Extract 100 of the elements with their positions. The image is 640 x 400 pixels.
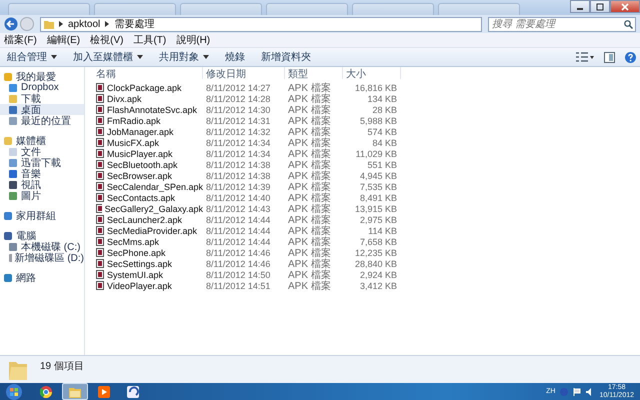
table-cell-text: 8/11/2012 14:46 bbox=[205, 258, 272, 268]
column-header[interactable]: 修改日期 bbox=[203, 67, 285, 79]
breadcrumb[interactable]: apktool bbox=[68, 18, 100, 30]
file-name-cell[interactable]: MusicPlayer.apk bbox=[93, 148, 203, 158]
start-button[interactable] bbox=[4, 384, 24, 400]
table-cell-text: APK 檔案 bbox=[287, 224, 332, 236]
caret-icon bbox=[51, 55, 57, 59]
file-name-cell[interactable]: SecSettings.apk bbox=[93, 258, 203, 268]
menu-item[interactable]: 說明(H) bbox=[176, 33, 210, 47]
table-cell-text: 114 KB bbox=[367, 226, 398, 236]
toolbar-button[interactable]: 組合管理 bbox=[4, 50, 60, 64]
maximize-button[interactable] bbox=[590, 0, 610, 13]
table-cell-text: 8/11/2012 14:40 bbox=[205, 192, 272, 202]
table-cell-text: APK 檔案 bbox=[287, 180, 332, 192]
table-cell-text: 8/11/2012 14:46 bbox=[205, 248, 272, 258]
sidebar-item[interactable]: 文件 bbox=[0, 146, 84, 157]
file-name-cell[interactable]: VideoPlayer.apk bbox=[93, 280, 203, 290]
sidebar-item[interactable]: 圖片 bbox=[0, 190, 84, 201]
table-cell-text: 2,975 KB bbox=[358, 214, 398, 224]
toolbar-button[interactable]: 燒錄 bbox=[222, 50, 248, 64]
sidebar-item[interactable]: 本機磁碟 (C:) bbox=[0, 241, 84, 252]
table-cell-text: 8/11/2012 14:28 bbox=[205, 94, 272, 104]
table-cell-text: 7,535 KB bbox=[358, 182, 398, 192]
table-cell-text: 8/11/2012 14:38 bbox=[205, 160, 272, 170]
table-cell-text: 16,816 KB bbox=[354, 82, 398, 92]
caret-icon bbox=[137, 55, 143, 59]
app-icon bbox=[127, 386, 139, 398]
file-name-cell[interactable]: JobManager.apk bbox=[93, 126, 203, 136]
file-name-cell[interactable]: SecPhone.apk bbox=[93, 248, 203, 258]
toolbar-button[interactable]: 新增資料夾 bbox=[258, 50, 314, 64]
file-name-cell[interactable]: SecContacts.apk bbox=[93, 192, 203, 202]
sidebar-item[interactable]: 網路 bbox=[0, 272, 84, 283]
toolbar-button[interactable]: 共用對象 bbox=[156, 50, 212, 64]
table-cell-text: 8/11/2012 14:43 bbox=[205, 204, 272, 214]
sidebar-item[interactable]: 家用群組 bbox=[0, 210, 84, 221]
sidebar-item[interactable]: 我的最愛 bbox=[0, 71, 84, 82]
column-header[interactable]: 名稱 bbox=[93, 67, 203, 79]
close-button[interactable] bbox=[610, 0, 640, 13]
table-cell-text: 8/11/2012 14:51 bbox=[205, 280, 272, 290]
table-cell-text: APK 檔案 bbox=[287, 104, 332, 116]
menu-item[interactable]: 檢視(V) bbox=[90, 33, 124, 47]
sidebar-item[interactable]: 新增磁碟區 (D:) bbox=[0, 252, 84, 263]
table-cell-text: 8/11/2012 14:34 bbox=[205, 148, 272, 158]
file-name-cell[interactable]: SecCalendar_SPen.apk bbox=[93, 182, 203, 192]
file-name-cell[interactable]: Divx.apk bbox=[93, 94, 203, 104]
file-name-cell[interactable]: ClockPackage.apk bbox=[93, 82, 203, 92]
maximize-icon bbox=[595, 2, 605, 10]
table-cell-text: APK 檔案 bbox=[287, 148, 332, 160]
file-name-cell[interactable]: SecBrowser.apk bbox=[93, 170, 203, 180]
column-header[interactable]: 大小 bbox=[343, 67, 401, 79]
table-cell-text: 8/11/2012 14:44 bbox=[205, 236, 272, 246]
table-cell-text: 8/11/2012 14:34 bbox=[205, 138, 272, 148]
flag-icon[interactable] bbox=[573, 388, 582, 396]
address-bar[interactable]: apktool 需要處理 bbox=[40, 16, 482, 32]
sidebar-item[interactable]: 桌面 bbox=[0, 104, 84, 115]
menu-item[interactable]: 工具(T) bbox=[133, 33, 166, 47]
sidebar-item[interactable]: 電腦 bbox=[0, 230, 84, 241]
sidebar-item[interactable]: 下載 bbox=[0, 93, 84, 104]
table-cell-text: APK 檔案 bbox=[287, 92, 332, 104]
table-cell-text: 12,235 KB bbox=[354, 248, 398, 258]
view-options-icon[interactable] bbox=[576, 52, 594, 62]
search-field[interactable]: 搜尋 需要處理 bbox=[488, 16, 636, 32]
toolbar-button[interactable]: 加入至媒體櫃 bbox=[70, 50, 146, 64]
table-cell-text: APK 檔案 bbox=[287, 280, 332, 292]
back-button[interactable] bbox=[4, 17, 18, 31]
file-name-cell[interactable]: SystemUI.apk bbox=[93, 270, 203, 280]
search-icon bbox=[624, 20, 633, 28]
file-name-cell[interactable]: SecGallery2_Galaxy.apk bbox=[93, 204, 203, 214]
table-cell-text: 8/11/2012 14:39 bbox=[205, 182, 272, 192]
sidebar-item[interactable]: 迅雷下載 bbox=[0, 157, 84, 168]
table-cell-text: 11,029 KB bbox=[354, 148, 398, 158]
file-name-cell[interactable]: SecLauncher2.apk bbox=[93, 214, 203, 224]
table-cell-text: APK 檔案 bbox=[287, 268, 332, 280]
sidebar-item[interactable]: 最近的位置 bbox=[0, 115, 84, 126]
menu-item[interactable]: 檔案(F) bbox=[4, 33, 37, 47]
table-cell-text: 8,491 KB bbox=[358, 192, 398, 202]
table-cell-text: 3,412 KB bbox=[358, 280, 398, 290]
table-cell-text: 551 KB bbox=[366, 160, 398, 170]
sidebar-item[interactable]: 音樂 bbox=[0, 168, 84, 179]
table-cell-text: 84 KB bbox=[371, 138, 398, 148]
menu-item[interactable]: 編輯(E) bbox=[46, 33, 80, 47]
file-name-cell[interactable]: SecMms.apk bbox=[93, 236, 203, 246]
file-name-cell[interactable]: SecMediaProvider.apk bbox=[93, 226, 203, 236]
file-name-cell[interactable]: MusicFX.apk bbox=[93, 138, 203, 148]
breadcrumb[interactable]: 需要處理 bbox=[114, 17, 154, 31]
sidebar-item[interactable]: 媒體櫃 bbox=[0, 135, 84, 146]
file-name-cell[interactable]: SecBluetooth.apk bbox=[93, 160, 203, 170]
table-cell-text: APK 檔案 bbox=[287, 170, 332, 182]
column-header[interactable]: 類型 bbox=[285, 67, 343, 79]
file-name-cell[interactable]: FmRadio.apk bbox=[93, 116, 203, 126]
preview-pane-icon[interactable] bbox=[604, 52, 615, 62]
sidebar-item[interactable]: Dropbox bbox=[0, 82, 84, 93]
table-cell-text: APK 檔案 bbox=[287, 202, 332, 214]
file-name-cell[interactable]: FlashAnnotateSvc.apk bbox=[93, 104, 203, 114]
minimize-button[interactable] bbox=[570, 0, 590, 13]
table-cell-text: 8/11/2012 14:44 bbox=[205, 214, 272, 224]
sidebar-item[interactable]: 視訊 bbox=[0, 179, 84, 190]
file-icon bbox=[96, 204, 102, 213]
table-cell-text: 28,840 KB bbox=[354, 258, 398, 268]
close-icon bbox=[620, 2, 630, 10]
